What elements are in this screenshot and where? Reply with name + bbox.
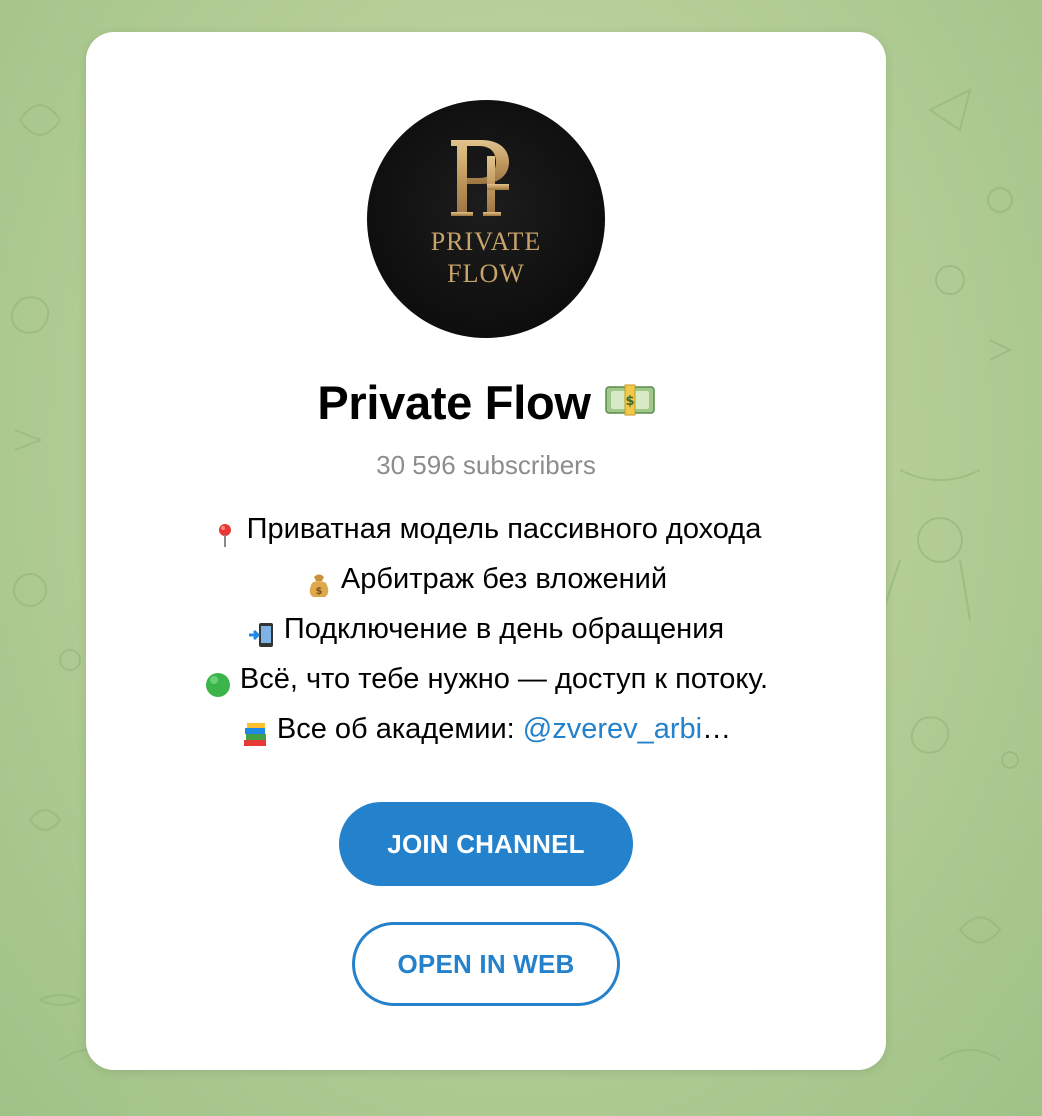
description-line: Подключение в день обращения (106, 604, 866, 654)
description-line-text: Всё, что тебе нужно — доступ к потоку. (239, 663, 769, 695)
monogram-pf (451, 140, 509, 216)
join-channel-button[interactable]: JOIN CHANNEL (339, 802, 633, 886)
round-pushpin-icon (211, 515, 239, 547)
description-line: $ Арбитраж без вложений (106, 554, 866, 604)
description-line-text: Все об академии: (276, 713, 523, 745)
svg-text:$: $ (315, 586, 322, 597)
open-in-web-button[interactable]: OPEN IN WEB (352, 922, 620, 1006)
truncation-ellipsis: … (702, 713, 732, 745)
green-circle-icon (204, 665, 232, 697)
avatar-text-flow: FLOW (447, 259, 525, 288)
channel-card: PRIVATE FLOW Private Flow $ 30 596 subsc… (86, 32, 886, 1070)
description-line: Все об академии: @zverev_arbi… (106, 704, 866, 754)
channel-title-row: Private Flow $ (86, 372, 886, 432)
svg-text:$: $ (625, 394, 634, 409)
description-line-text: Подключение в день обращения (283, 613, 725, 645)
avatar-text-private: PRIVATE (431, 227, 542, 256)
books-icon (241, 715, 269, 746)
description-line-text: Арбитраж без вложений (340, 563, 668, 595)
academy-link[interactable]: @zverev_arbi (523, 713, 702, 745)
description-line: Приватная модель пассивного дохода (106, 504, 866, 554)
subscriber-count: 30 596 subscribers (376, 450, 596, 480)
money-bag-icon: $ (305, 565, 333, 597)
description-line-text: Приватная модель пассивного дохода (246, 513, 762, 545)
channel-description: Приватная модель пассивного дохода $ Арб… (106, 504, 866, 754)
dollar-banknote-icon: $ (604, 383, 655, 417)
channel-title: Private Flow (317, 375, 591, 429)
description-line: Всё, что тебе нужно — доступ к потоку. (106, 654, 866, 704)
mobile-phone-arrow-icon (248, 615, 276, 647)
channel-avatar: PRIVATE FLOW (367, 100, 605, 338)
